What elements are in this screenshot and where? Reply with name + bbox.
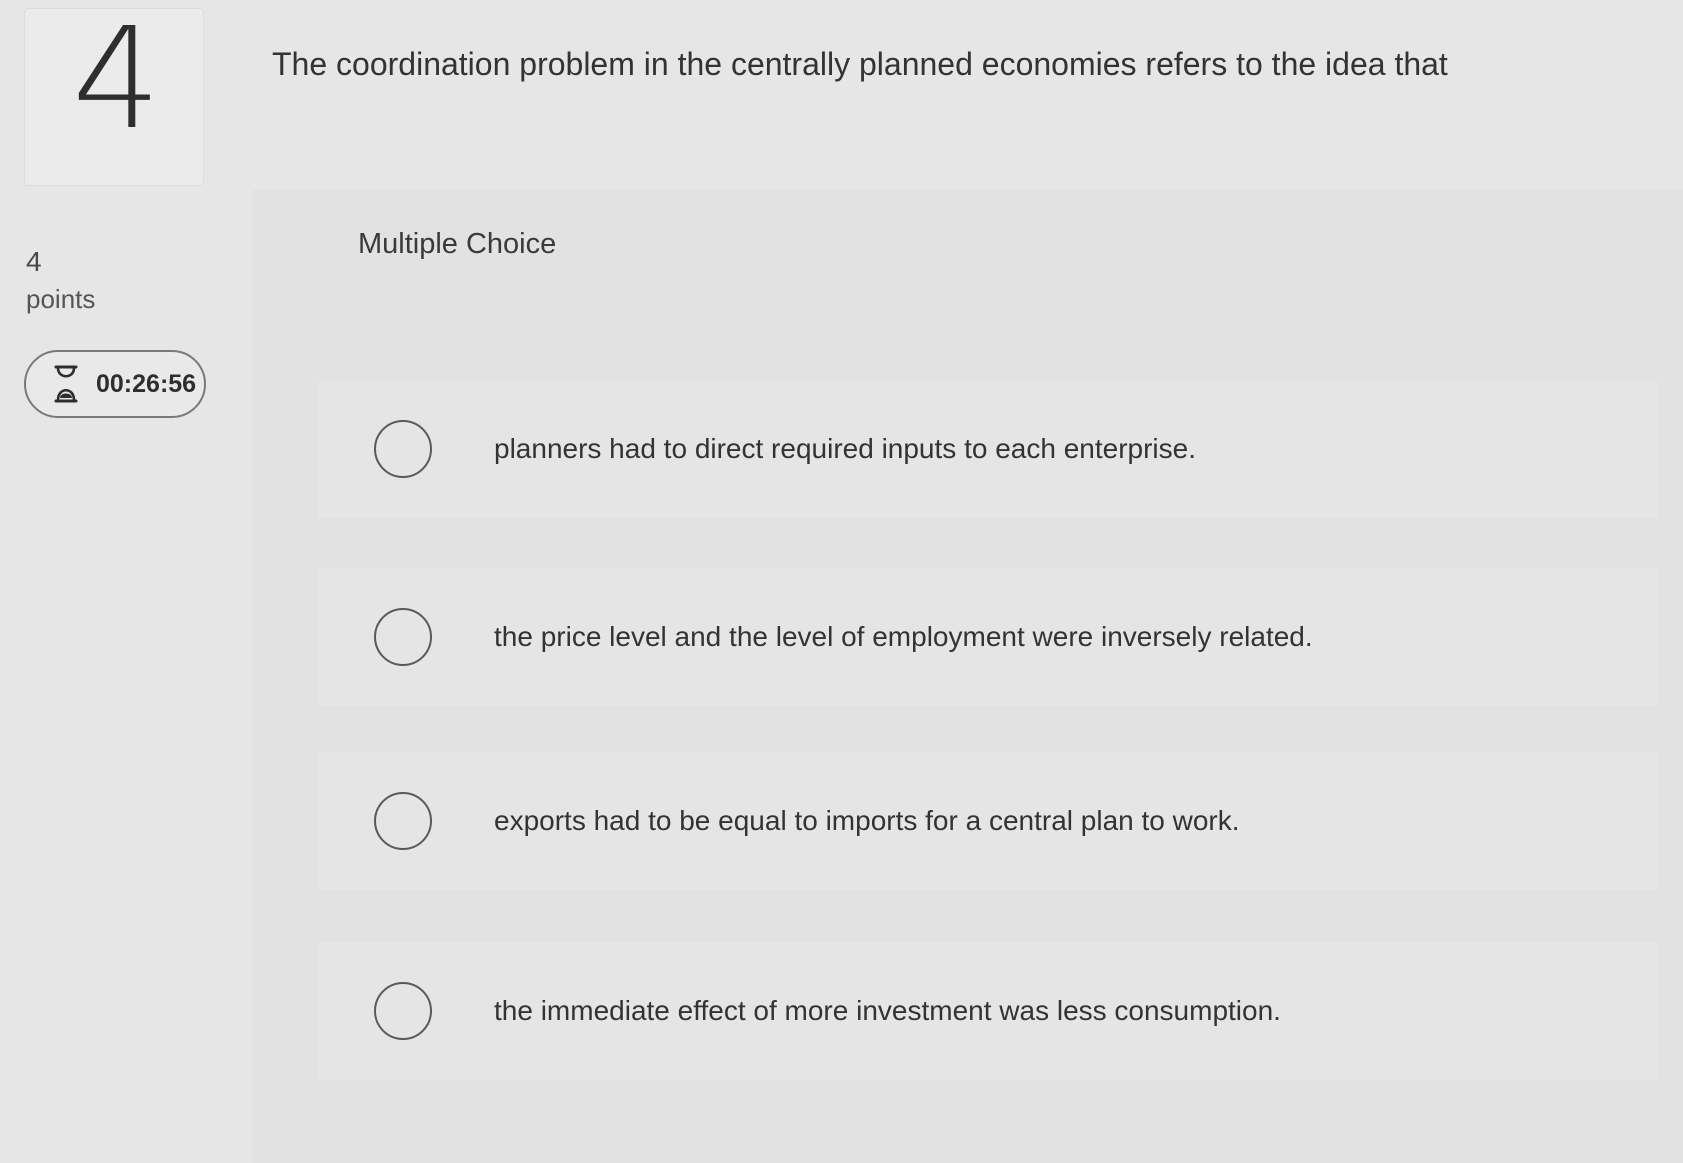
timer-badge: 00:26:56 [24,350,206,418]
radio-button[interactable] [374,792,432,850]
question-text: The coordination problem in the centrall… [272,46,1448,82]
points-label: points [26,284,96,314]
option-label[interactable]: the immediate effect of more investment … [494,995,1281,1027]
timer-text: 00:26:56 [96,369,197,398]
answer-type-label: Multiple Choice [358,228,557,260]
option-label[interactable]: the price level and the level of employm… [494,621,1313,653]
radio-button[interactable] [374,982,432,1040]
answer-option[interactable]: planners had to direct required inputs t… [318,380,1658,518]
answer-option[interactable]: exports had to be equal to imports for a… [318,752,1658,890]
option-label[interactable]: planners had to direct required inputs t… [494,433,1196,465]
radio-button[interactable] [374,608,432,666]
answer-option[interactable]: the immediate effect of more investment … [318,942,1658,1080]
option-label[interactable]: exports had to be equal to imports for a… [494,805,1240,837]
radio-button[interactable] [374,420,432,478]
hourglass-icon [48,364,84,404]
question-number: 4 [72,0,162,161]
points-value: 4 [26,246,42,277]
answer-option[interactable]: the price level and the level of employm… [318,568,1658,706]
